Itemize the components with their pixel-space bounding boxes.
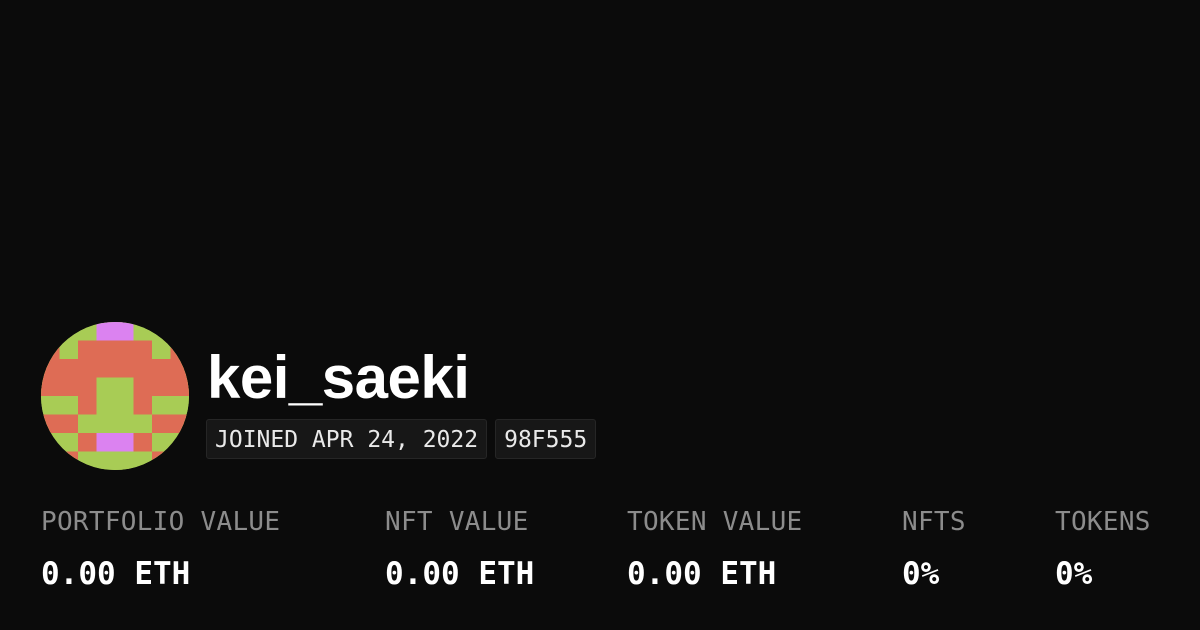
- stat-value: 0.00 ETH: [627, 556, 777, 592]
- stat-label: NFTS: [902, 507, 966, 537]
- pixel-avatar-icon: [41, 322, 189, 470]
- address-badge: 98F555: [495, 419, 597, 459]
- stat-nfts: NFTS 0%: [902, 505, 966, 593]
- joined-date-badge: JOINED APR 24, 2022: [206, 419, 488, 459]
- stat-label: TOKENS: [1055, 507, 1151, 537]
- stat-label: TOKEN VALUE: [627, 507, 803, 537]
- avatar: [41, 322, 189, 470]
- stat-value: 0%: [1055, 556, 1093, 592]
- stat-value: 0%: [902, 556, 940, 592]
- stat-token-value: TOKEN VALUE 0.00 ETH: [627, 505, 803, 593]
- stat-label: NFT VALUE: [385, 507, 529, 537]
- profile-badges: JOINED APR 24, 2022 98F555: [206, 419, 597, 459]
- stat-tokens: TOKENS 0%: [1055, 505, 1151, 593]
- stat-portfolio-value: PORTFOLIO VALUE 0.00 ETH: [41, 505, 280, 593]
- stat-value: 0.00 ETH: [385, 556, 535, 592]
- stat-nft-value: NFT VALUE 0.00 ETH: [385, 505, 534, 593]
- stat-label: PORTFOLIO VALUE: [41, 507, 281, 537]
- stat-value: 0.00 ETH: [41, 556, 191, 592]
- username: kei_saeki: [207, 344, 470, 411]
